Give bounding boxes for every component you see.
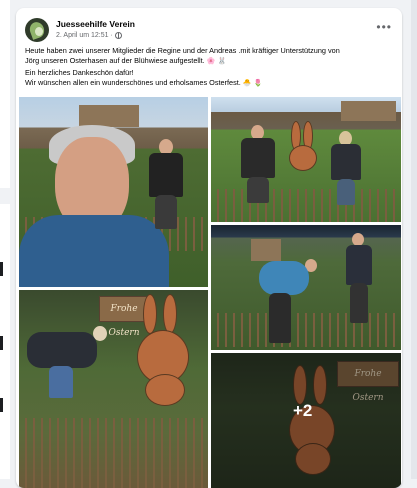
fence (211, 189, 401, 222)
avatar[interactable] (25, 18, 49, 42)
bunny-emoji: 🐰 (217, 58, 227, 66)
photo-working[interactable] (211, 225, 401, 350)
tulip-emoji: 🌷 (253, 79, 263, 87)
panel-marker (0, 262, 3, 276)
house (251, 239, 281, 261)
frohe-ostern-sign: Frohe Ostern (99, 296, 149, 338)
fence (19, 418, 208, 488)
author-name[interactable]: Juesseehilfe Verein (56, 19, 135, 29)
flower-emoji: 🌸 (206, 58, 216, 66)
scrollbar[interactable] (411, 0, 417, 479)
post-line: Wir wünschen allen ein wunderschönes und… (25, 78, 394, 89)
post-card: Juesseehilfe Verein 2. April um 12:51 · … (16, 8, 402, 488)
more-photos-count[interactable]: +2 (293, 401, 312, 421)
chick-emoji: 🐣 (242, 79, 252, 87)
photo-grid: Frohe Ostern Frohe Ostern +2 (19, 97, 402, 488)
post-header: Juesseehilfe Verein 2. April um 12:51 · … (25, 18, 392, 44)
post-date[interactable]: 2. April um 12:51 (56, 32, 109, 39)
meta-dot: · (110, 32, 113, 39)
fence (211, 313, 401, 347)
photo-bunny-sign[interactable]: Frohe Ostern (19, 290, 208, 488)
panel-gap (0, 188, 10, 204)
panel-marker (0, 336, 3, 350)
photo-more[interactable]: Frohe Ostern +2 (211, 353, 401, 488)
house (341, 101, 396, 121)
post-text: Heute haben zwei unserer Mitglieder die … (25, 46, 394, 89)
house (79, 105, 139, 127)
photo-selfie[interactable] (19, 97, 208, 287)
post-line: Ein herzliches Dankeschön dafür! (25, 67, 134, 77)
post-meta: 2. April um 12:51 · (56, 32, 122, 39)
post-line: Jörg unseren Osterhasen auf der Blühwies… (25, 56, 394, 67)
photo-two-people[interactable] (211, 97, 401, 222)
left-panel-edge (0, 0, 10, 479)
panel-marker (0, 398, 3, 412)
logo-dot (35, 27, 43, 36)
ellipsis-icon[interactable]: ••• (376, 20, 392, 34)
post-line: Heute haben zwei unserer Mitglieder die … (25, 46, 340, 55)
person-jacket (19, 215, 169, 287)
globe-icon (114, 32, 122, 39)
